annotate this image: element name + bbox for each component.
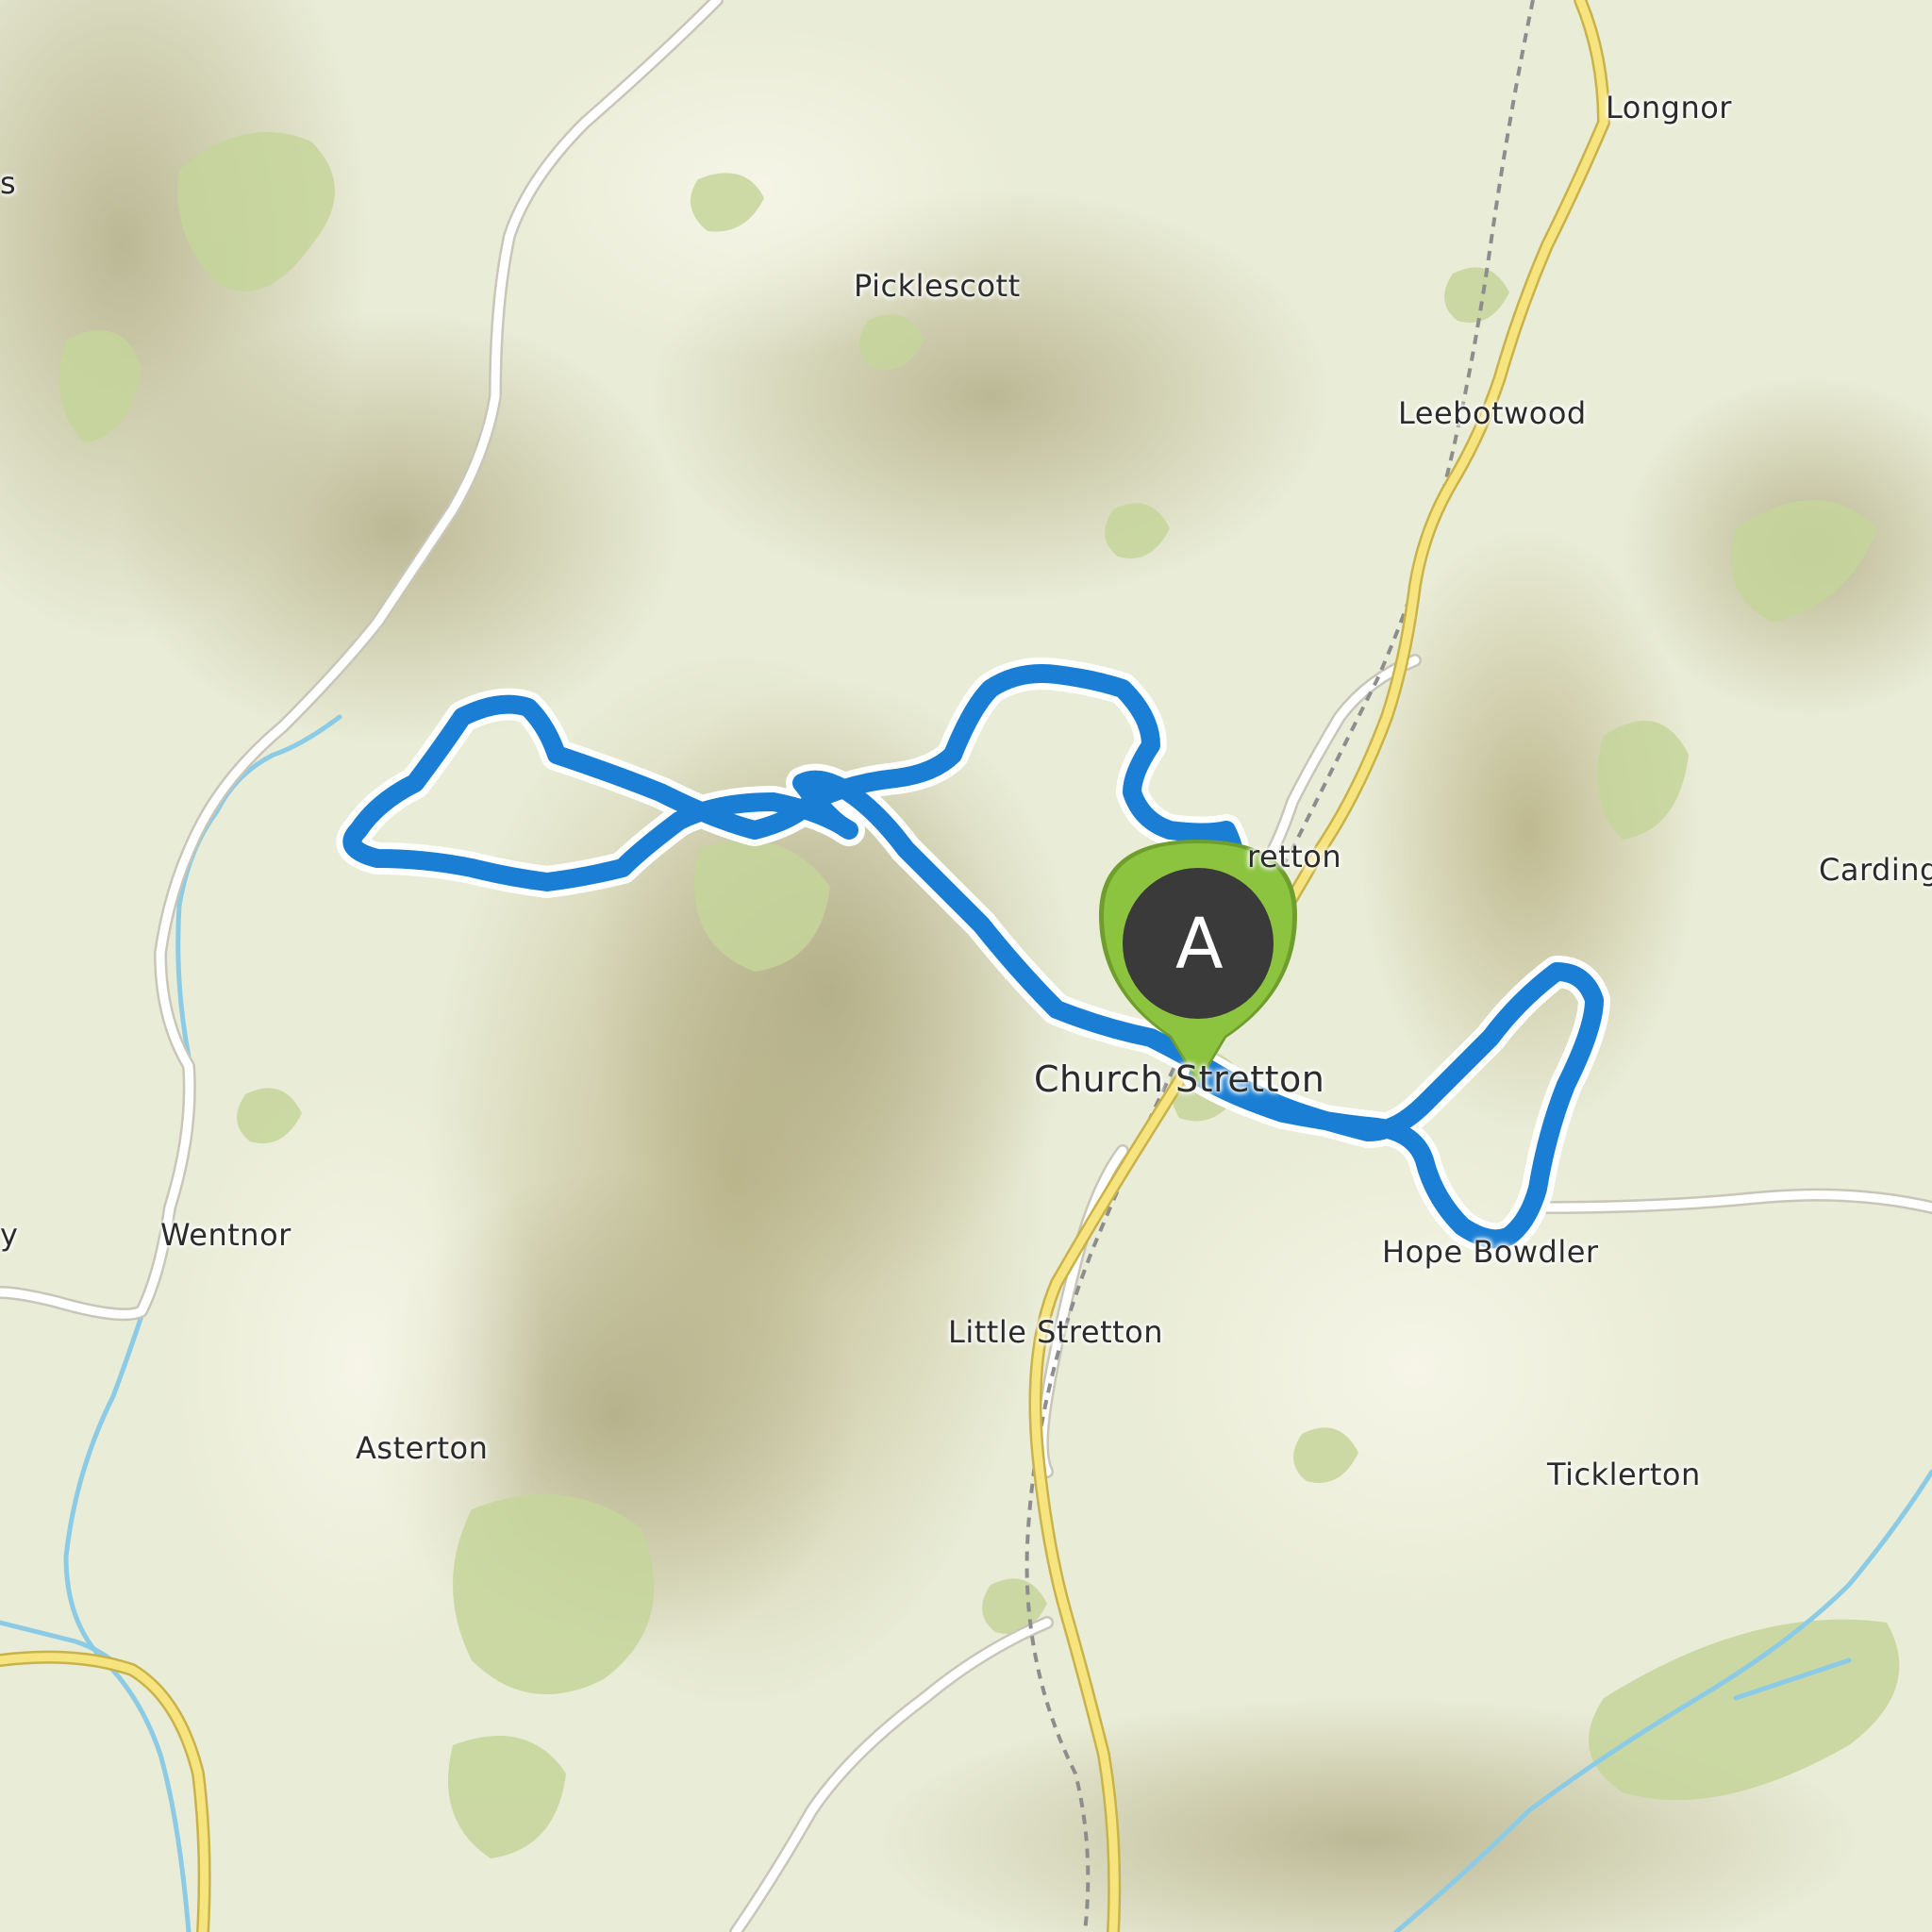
- place-label-picklescott: Picklescott: [854, 268, 1021, 304]
- place-label-edge-mid: y: [0, 1217, 19, 1253]
- place-label-ticklerton: Ticklerton: [1547, 1457, 1701, 1492]
- map-canvas[interactable]: Longnor Picklescott Leebotwood retton Ca…: [0, 0, 1932, 1932]
- place-label-longnor: Longnor: [1606, 90, 1732, 125]
- place-label-leebotwood: Leebotwood: [1398, 395, 1587, 431]
- place-label-all-stretton: retton: [1247, 839, 1342, 874]
- place-label-wentnor: Wentnor: [160, 1217, 291, 1253]
- place-label-edge-top: s: [0, 165, 17, 201]
- place-label-church-stretton: Church Stretton: [1034, 1058, 1325, 1100]
- place-label-carding-mill: Carding: [1819, 852, 1932, 888]
- place-label-hope-bowdler: Hope Bowdler: [1382, 1234, 1599, 1270]
- place-label-asterton: Asterton: [356, 1430, 489, 1466]
- place-label-little-stretton: Little Stretton: [948, 1314, 1164, 1350]
- start-marker-letter: A: [1175, 904, 1224, 985]
